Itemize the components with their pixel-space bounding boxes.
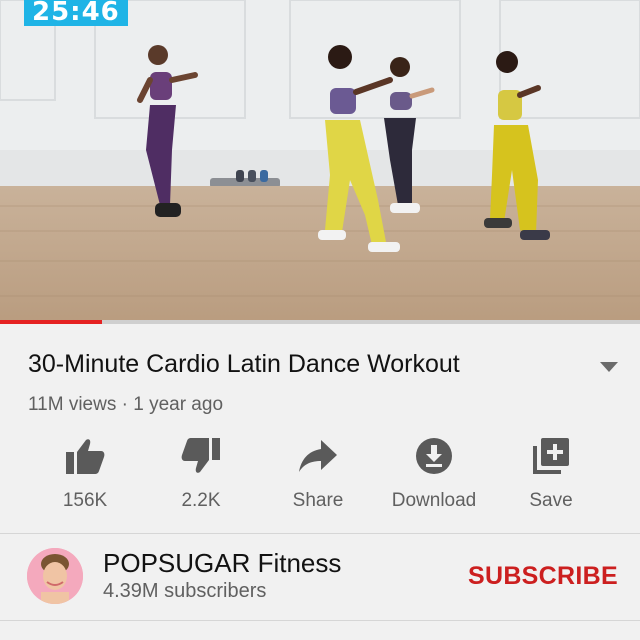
save-button[interactable]: Save: [496, 436, 606, 512]
thumbs-down-icon: [181, 438, 220, 473]
video-progress-fill: [0, 320, 103, 324]
dislike-button[interactable]: 2.2K: [146, 436, 256, 512]
subscribe-button[interactable]: SUBSCRIBE: [468, 562, 618, 591]
channel-avatar[interactable]: [27, 548, 83, 604]
dancer-2: [318, 45, 400, 252]
subscriber-count: 4.39M subscribers: [103, 580, 267, 602]
share-button[interactable]: Share: [263, 436, 373, 512]
download-button[interactable]: Download: [379, 436, 489, 512]
share-icon: [299, 440, 337, 472]
divider-bottom: [0, 620, 640, 621]
video-title: 30-Minute Cardio Latin Dance Workout: [28, 350, 460, 378]
download-label: Download: [391, 490, 477, 511]
dancers-illustration: [137, 45, 550, 252]
video-meta: 11M views · 1 year ago: [28, 394, 224, 415]
playlist-add-icon: [533, 438, 569, 474]
save-label: Save: [529, 490, 573, 511]
dancer-1: [137, 45, 198, 217]
dislike-count: 2.2K: [181, 490, 221, 511]
share-label: Share: [292, 490, 344, 511]
video-progress-bar[interactable]: [0, 320, 640, 324]
video-player[interactable]: 25:46: [0, 0, 640, 324]
video-timer: 25:46: [24, 0, 128, 27]
avatar-image: [27, 548, 83, 604]
like-count: 156K: [62, 490, 108, 511]
channel-name[interactable]: POPSUGAR Fitness: [103, 548, 341, 579]
expand-description-icon[interactable]: [600, 362, 618, 372]
dancer-4: [484, 51, 550, 240]
thumbs-up-icon: [66, 439, 105, 474]
divider: [0, 533, 640, 534]
like-button[interactable]: 156K: [30, 436, 140, 512]
download-icon: [416, 438, 452, 474]
